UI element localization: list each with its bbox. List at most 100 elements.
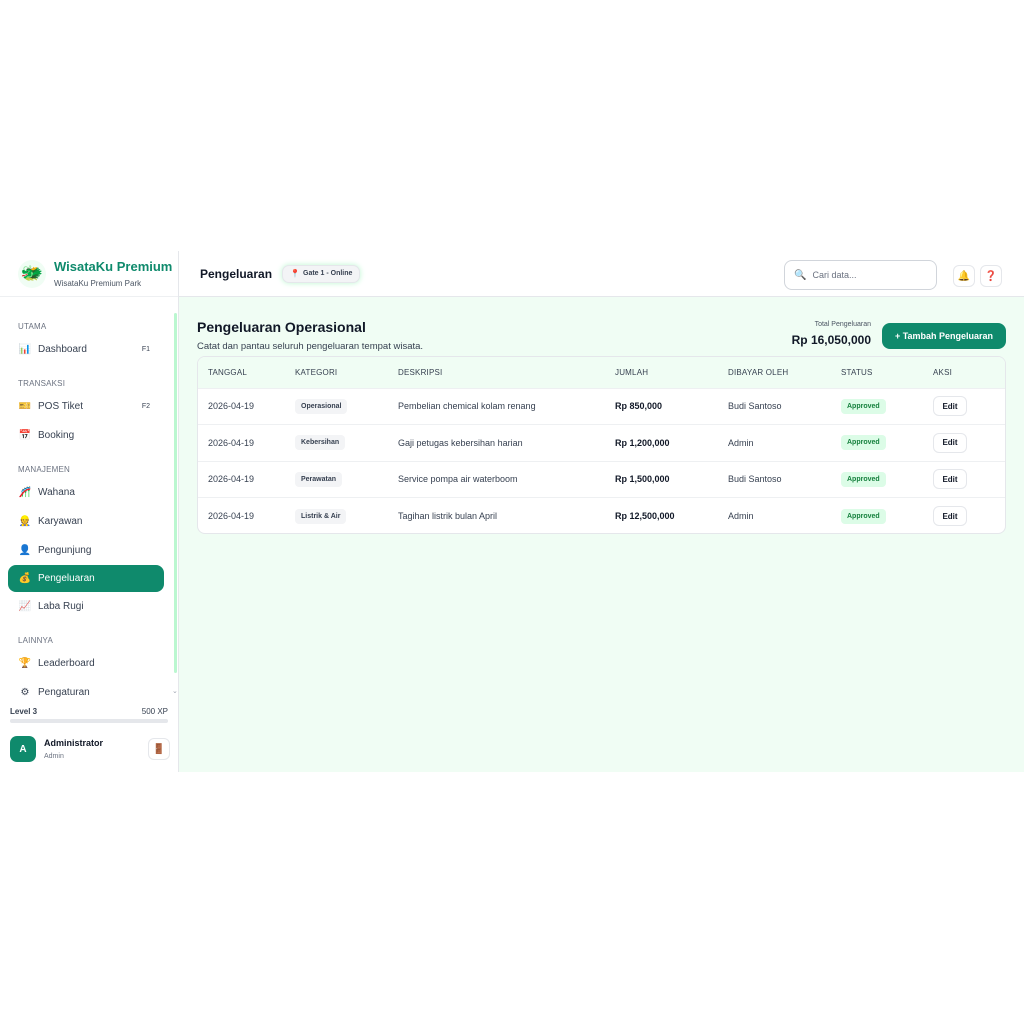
sidebar-item-booking[interactable]: 📅 Booking <box>0 421 176 450</box>
sidebar-item-label: Pengunjung <box>38 545 92 556</box>
help-button[interactable]: ❓ <box>980 265 1002 287</box>
gate-status-text: Gate 1 - Online <box>303 270 353 277</box>
column-header-description[interactable]: DESKRIPSI <box>398 357 615 388</box>
shortcut-key: F2 <box>141 403 150 410</box>
sidebar-item-label: Laba Rugi <box>38 601 84 612</box>
cell-paid-by: Budi Santoso <box>728 474 782 485</box>
expense-table-card: TANGGAL KATEGORI DESKRIPSI JUMLAH DIBAYA… <box>197 356 1006 534</box>
cell-date: 2026-04-19 <box>208 401 255 412</box>
door-icon: 🚪 <box>152 743 166 755</box>
category-chip: Operasional <box>295 398 348 414</box>
logout-button[interactable]: 🚪 <box>148 738 170 760</box>
page-heading: Pengeluaran Operasional Catat dan pantau… <box>197 319 423 352</box>
cell-amount: Rp 850,000 <box>615 401 663 412</box>
ride-icon: 🎢 <box>18 487 32 498</box>
main-content: Pengeluaran 📍 Gate 1 - Online 🔍 🔔 ❓ Peng… <box>179 251 1024 772</box>
column-header-amount[interactable]: JUMLAH <box>615 357 728 388</box>
dragon-mascot-icon: 🐲 <box>18 259 46 288</box>
cell-description: Service pompa air waterboom <box>398 474 518 485</box>
sidebar-item-karyawan[interactable]: 👷 Karyawan <box>0 507 176 536</box>
user-profile[interactable]: A Administrator Admin 🚪 <box>10 735 170 763</box>
cell-paid-by: Admin <box>728 511 754 521</box>
brand[interactable]: 🐲 WisataKu Premium WisataKu Premium Park <box>0 251 178 297</box>
sidebar-item-pos-tiket[interactable]: 🎫 POS Tiket F2 <box>0 392 176 421</box>
edit-button[interactable]: Edit <box>933 396 967 417</box>
sidebar-item-label: Dashboard <box>38 344 87 355</box>
cell-paid-by: Budi Santoso <box>728 401 782 412</box>
search-box[interactable]: 🔍 <box>784 260 937 290</box>
avatar[interactable]: A <box>10 736 36 762</box>
sidebar-item-pengunjung[interactable]: 👤 Pengunjung <box>0 536 176 565</box>
edit-button[interactable]: Edit <box>933 432 967 453</box>
sidebar-item-label: Booking <box>38 430 75 441</box>
sidebar-scrollbar[interactable] <box>174 313 177 673</box>
brand-title: WisataKu Premium <box>54 259 173 274</box>
status-badge: Approved <box>841 435 886 451</box>
user-name: Administrator <box>44 738 104 748</box>
cell-date: 2026-04-19 <box>208 511 255 521</box>
column-header-action: AKSI <box>933 367 953 377</box>
money-bag-icon: 💰 <box>18 573 32 584</box>
calendar-icon: 📅 <box>18 430 32 441</box>
sidebar-section-label: UTAMA <box>18 322 47 331</box>
column-header-date[interactable]: TANGGAL <box>198 357 295 388</box>
shortcut-key: F1 <box>141 346 150 353</box>
sidebar-nav: UTAMA 📊 Dashboard F1 TRANSAKSI 🎫 POS Tiket F2 📅 B… <box>0 313 176 707</box>
page-title: Pengeluaran Operasional <box>197 319 366 335</box>
pin-icon: 📍 <box>290 269 300 278</box>
sidebar-item-label: Pengeluaran <box>38 573 95 584</box>
sidebar-section-label: TRANSAKSI <box>18 379 66 388</box>
topbar: Pengeluaran 📍 Gate 1 - Online 🔍 🔔 ❓ <box>179 251 1024 297</box>
table-header-row: TANGGAL KATEGORI DESKRIPSI JUMLAH DIBAYA… <box>198 357 1005 388</box>
cell-paid-by: Admin <box>728 437 754 448</box>
visitor-icon: 👤 <box>18 545 32 556</box>
column-header-status[interactable]: STATUS <box>841 357 933 388</box>
status-badge: Approved <box>841 508 886 524</box>
level-label: Level 3 <box>10 707 38 716</box>
gear-icon: ⚙ <box>20 687 30 698</box>
page-header-title: Pengeluaran <box>200 266 273 281</box>
cell-description: Pembelian chemical kolam renang <box>398 401 536 412</box>
expense-table: TANGGAL KATEGORI DESKRIPSI JUMLAH DIBAYA… <box>198 357 1005 534</box>
sidebar-item-wahana[interactable]: 🎢 Wahana <box>0 478 176 507</box>
edit-button[interactable]: Edit <box>933 506 967 526</box>
notification-button[interactable]: 🔔 <box>953 265 975 287</box>
sidebar-item-label: POS Tiket <box>38 401 84 412</box>
column-header-category[interactable]: KATEGORI <box>295 357 398 388</box>
table-row[interactable]: 2026-04-19 Operasional Pembelian chemical … <box>198 388 1005 425</box>
table-row[interactable]: 2026-04-19 Kebersihan Gaji petugas kebersi… <box>198 424 1005 462</box>
cell-date: 2026-04-19 <box>208 474 255 485</box>
edit-button[interactable]: Edit <box>933 469 967 490</box>
brand-subtitle: WisataKu Premium Park <box>54 279 142 288</box>
scroll-down-arrow-icon[interactable]: ⌄ <box>172 687 178 695</box>
help-icon: ❓ <box>984 270 998 282</box>
chart-icon: 📊 <box>18 344 32 355</box>
table-row[interactable]: 2026-04-19 Listrik & Air Tagihan listrik b… <box>198 497 1005 534</box>
status-badge: Approved <box>841 471 886 487</box>
sidebar-item-label: Leaderboard <box>38 658 95 669</box>
total-expense-value: Rp 16,050,000 <box>791 333 871 347</box>
search-input[interactable] <box>812 270 923 280</box>
page-subtitle: Catat dan pantau seluruh pengeluaran tem… <box>197 341 424 352</box>
cell-amount: Rp 1,500,000 <box>615 474 670 485</box>
total-expense-label: Total Pengeluaran <box>814 321 871 328</box>
add-expense-button[interactable]: + Tambah Pengeluaran <box>882 323 1006 349</box>
xp-progress-bar <box>10 719 168 723</box>
app-window: 🐲 WisataKu Premium WisataKu Premium Park… <box>0 251 1024 772</box>
sidebar-item-laba-rugi[interactable]: 📈 Laba Rugi <box>0 592 176 621</box>
table-row[interactable]: 2026-04-19 Perawatan Service pompa air wat… <box>198 461 1005 498</box>
user-role: Admin <box>44 753 64 760</box>
gate-status-badge[interactable]: 📍 Gate 1 - Online <box>282 264 361 283</box>
cell-description: Gaji petugas kebersihan harian <box>398 437 523 448</box>
sidebar-section-label: MANAJEMEN <box>18 465 71 474</box>
sidebar-item-dashboard[interactable]: 📊 Dashboard F1 <box>0 335 176 364</box>
sidebar-item-pengeluaran[interactable]: 💰 Pengeluaran <box>8 565 164 592</box>
column-header-paid-by[interactable]: DIBAYAR OLEH <box>728 357 841 388</box>
ticket-icon: 🎫 <box>18 401 32 412</box>
trophy-icon: 🏆 <box>18 658 32 669</box>
sidebar-item-pengaturan[interactable]: ⚙ Pengaturan <box>0 678 176 707</box>
sidebar-item-leaderboard[interactable]: 🏆 Leaderboard <box>0 649 176 678</box>
category-chip: Listrik & Air <box>295 508 347 524</box>
cell-amount: Rp 12,500,000 <box>615 511 675 521</box>
status-badge: Approved <box>841 398 886 414</box>
